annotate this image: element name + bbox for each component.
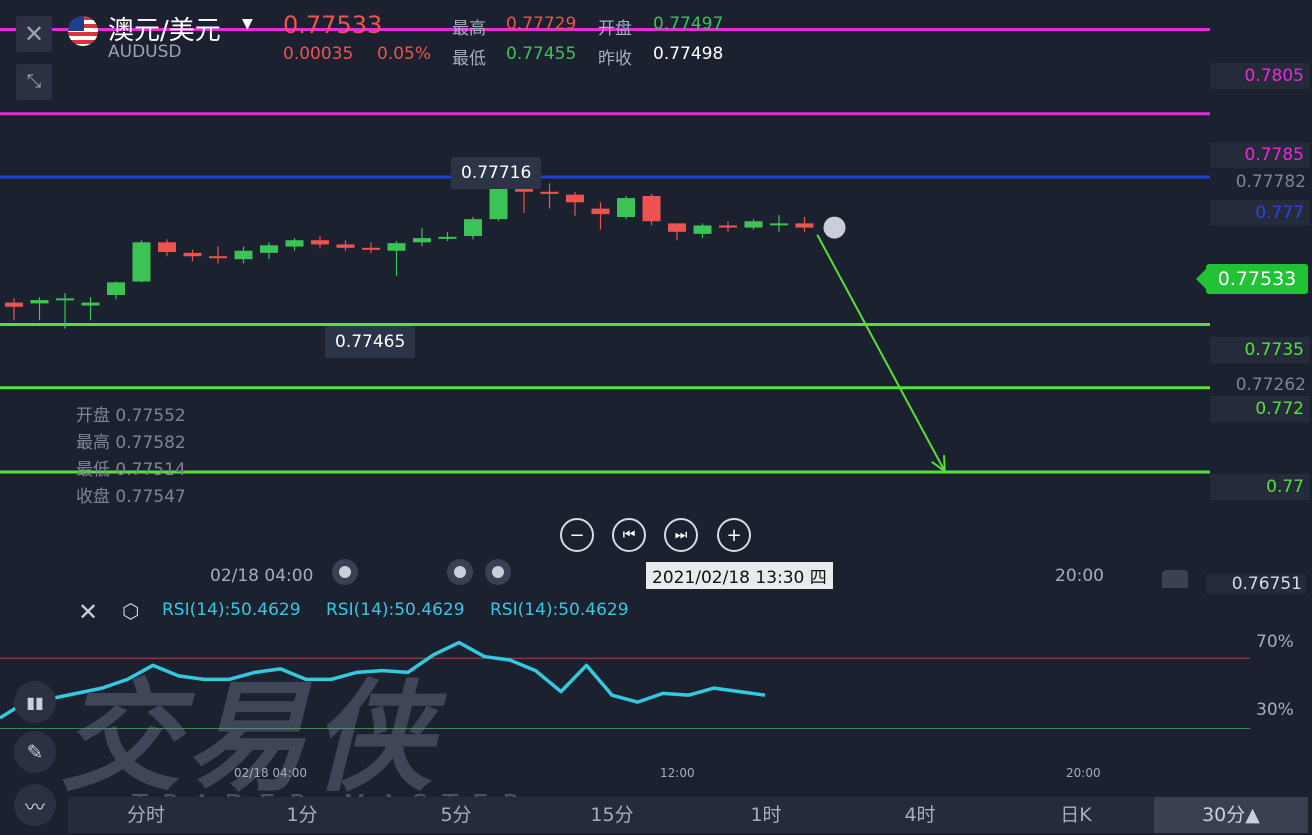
price-change: 0.00035	[283, 44, 354, 64]
candle-body	[438, 236, 457, 239]
close-icon[interactable]: ✕	[16, 16, 52, 52]
candle-body	[795, 223, 814, 228]
candle-body	[107, 282, 125, 295]
candle-body	[591, 208, 610, 215]
hover-high: 最高 0.77582	[76, 433, 186, 453]
timeframe-tick[interactable]: 分时	[86, 797, 206, 833]
rsi-axis-mid: 12:00	[660, 766, 695, 780]
candle-body	[744, 221, 763, 228]
rsi-label-3: RSI(14):50.4629	[490, 600, 629, 620]
candle-body	[489, 185, 508, 220]
candle-body	[285, 240, 304, 247]
watermark-logo: 交易侠	[60, 669, 438, 808]
zoom-in-button[interactable]: +	[717, 518, 751, 552]
rsi-axis-start: 02/18 04:00	[234, 766, 307, 780]
candle-body	[311, 240, 329, 245]
candle-body	[617, 198, 635, 218]
hover-low: 最低 0.77514	[76, 460, 186, 480]
candle-body	[719, 225, 737, 228]
candle-body	[158, 242, 176, 253]
candle-body	[336, 244, 355, 248]
candle-body	[56, 298, 74, 301]
scroll-start-button[interactable]: ⏮	[612, 518, 646, 552]
rsi-label-2: RSI(14):50.4629	[326, 600, 465, 620]
high-label: 最高	[452, 19, 486, 39]
candle-body	[260, 245, 278, 253]
open-label: 开盘	[598, 19, 632, 39]
candle-body	[387, 243, 406, 251]
axis-tick-mid: 0.77262	[1235, 375, 1306, 395]
candle-body	[693, 225, 712, 234]
price-change-pct: 0.05%	[377, 44, 432, 64]
prev-close-value: 0.77498	[653, 44, 724, 64]
timeframe-5m[interactable]: 5分	[396, 797, 516, 833]
lock-icon[interactable]	[1162, 570, 1188, 588]
australia-flag-icon	[68, 16, 98, 46]
time-axis-end: 20:00	[1055, 566, 1104, 586]
candle-body	[770, 223, 788, 226]
open-value: 0.77497	[653, 14, 724, 34]
timeframe-1m[interactable]: 1分	[242, 797, 362, 833]
hover-close: 收盘 0.77547	[76, 487, 186, 507]
level-label-1: 0.7785	[1210, 142, 1310, 168]
timeframe-1h[interactable]: 1时	[706, 797, 826, 833]
rsi-axis-end: 20:00	[1066, 766, 1101, 780]
trend-arrow	[816, 234, 946, 472]
axis-tick-bottom: 0.76751	[1206, 574, 1306, 594]
rsi-level-high: 70%	[1256, 632, 1294, 652]
symbol-code: AUDUSD	[108, 42, 182, 62]
candle-body	[209, 256, 227, 259]
candle-body	[5, 302, 23, 307]
drawing-anchor-handle[interactable]	[447, 559, 473, 585]
rsi-label-1: RSI(14):50.4629	[162, 600, 301, 620]
info-icon	[823, 216, 846, 239]
timeframe-15m[interactable]: 15分	[552, 797, 672, 833]
candle-body	[540, 191, 559, 194]
settings-hex-icon[interactable]: ⬡	[122, 599, 139, 623]
level-label-5: 0.77	[1210, 474, 1310, 500]
candle-body	[30, 300, 49, 304]
chevron-down-icon[interactable]: ▼	[242, 16, 253, 32]
timeframe-4h[interactable]: 4时	[860, 797, 980, 833]
drawing-anchor-handle[interactable]	[485, 559, 511, 585]
indicator-icon[interactable]: 〰	[14, 784, 56, 826]
level-label-0: 0.7805	[1210, 63, 1310, 89]
candle-body	[234, 250, 253, 260]
low-value: 0.77455	[506, 44, 577, 64]
crosshair-date-label: 2021/02/18 13:30 四	[646, 562, 833, 589]
min-price-marker: 0.77465	[325, 326, 416, 358]
collapse-icon[interactable]: ⤡	[16, 64, 52, 100]
axis-tick-top: 0.77782	[1235, 172, 1306, 192]
hover-open: 开盘 0.77552	[76, 406, 186, 426]
low-label: 最低	[452, 49, 486, 69]
candle-body	[642, 195, 661, 222]
drawing-anchor-handle[interactable]	[332, 559, 358, 585]
candle-body	[464, 219, 482, 236]
timeframe-day[interactable]: 日K	[1016, 797, 1136, 833]
close-indicator-icon[interactable]: ✕	[78, 598, 98, 626]
candle-body	[362, 247, 380, 250]
max-price-marker: 0.77716	[451, 157, 542, 189]
candle-body	[413, 238, 431, 243]
scroll-end-button[interactable]: ⏭	[664, 518, 698, 552]
rsi-level-low: 30%	[1256, 700, 1294, 720]
candle-body	[566, 194, 584, 203]
candle-body	[668, 223, 686, 232]
timeframe-30m-selected[interactable]: 30分▲	[1154, 797, 1308, 833]
candle-body	[183, 252, 202, 257]
current-price-tag: 0.77533	[1196, 264, 1308, 294]
candlestick-tool-icon[interactable]: ▮▮	[14, 681, 56, 723]
candle-body	[81, 302, 100, 306]
candle-body	[132, 242, 151, 282]
prev-close-label: 昨收	[598, 49, 632, 69]
level-label-2: 0.777	[1210, 200, 1310, 226]
trend-arrow-head	[943, 455, 946, 472]
current-price: 0.77533	[283, 11, 383, 39]
level-label-3: 0.7735	[1210, 337, 1310, 363]
pencil-icon[interactable]: ✎	[14, 731, 56, 773]
level-label-4: 0.772	[1210, 396, 1310, 422]
time-axis-start: 02/18 04:00	[210, 566, 314, 586]
zoom-out-button[interactable]: −	[560, 518, 594, 552]
high-value: 0.77729	[506, 14, 577, 34]
